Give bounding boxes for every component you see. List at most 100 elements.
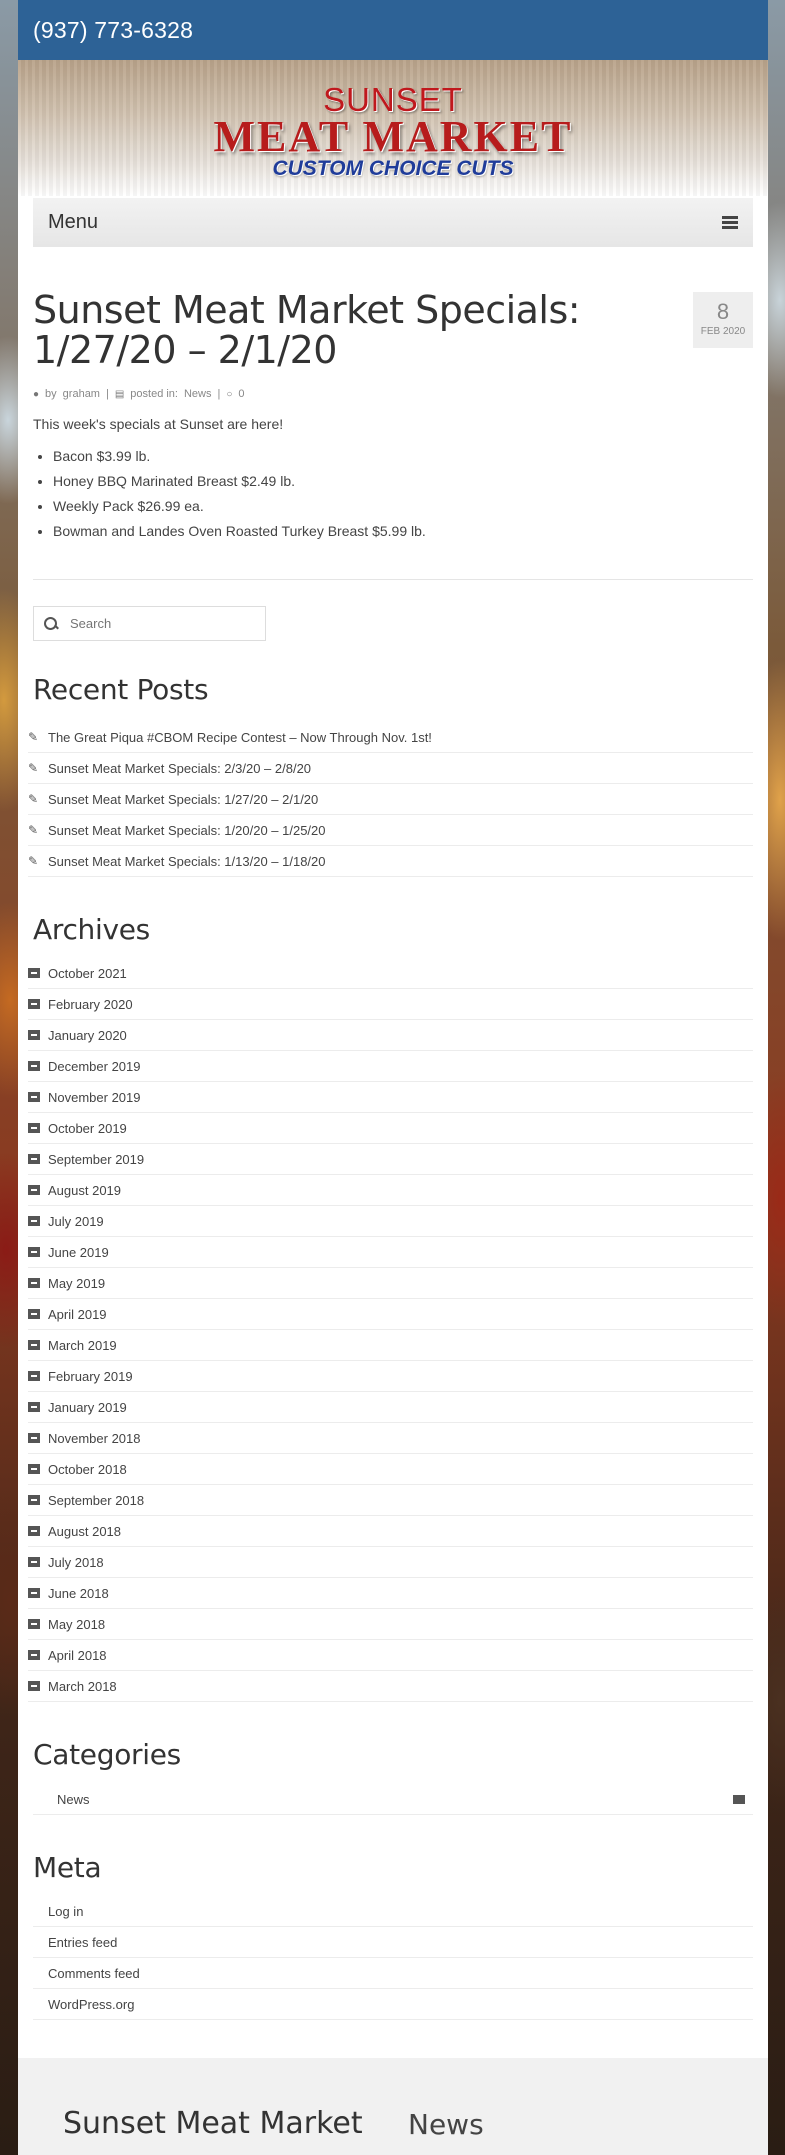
list-item[interactable]: October 2021 [28,958,753,989]
list-item[interactable]: November 2019 [28,1082,753,1113]
meta-separator: | [217,388,221,400]
list-item[interactable]: October 2018 [28,1454,753,1485]
archive-link[interactable]: July 2018 [48,1555,104,1570]
widget-title: Categories [33,1738,181,1771]
archive-link[interactable]: August 2018 [48,1524,121,1539]
list-item[interactable]: March 2018 [28,1671,753,1702]
recent-post-link[interactable]: The Great Piqua #CBOM Recipe Contest – N… [48,730,432,745]
recent-post-link[interactable]: Sunset Meat Market Specials: 1/27/20 – 2… [48,792,318,807]
list-item[interactable]: ✎ Sunset Meat Market Specials: 2/3/20 – 2… [28,753,753,784]
list-item[interactable]: September 2019 [28,1144,753,1175]
list-item[interactable]: ✎ The Great Piqua #CBOM Recipe Contest – … [28,722,753,753]
archive-link[interactable]: November 2018 [48,1431,141,1446]
archive-link[interactable]: February 2020 [48,997,133,1012]
archive-icon [28,1216,40,1226]
meta-link[interactable]: Log in [48,1904,83,1919]
recent-post-link[interactable]: Sunset Meat Market Specials: 2/3/20 – 2/… [48,761,311,776]
post-meta: ● by graham | ▤ posted in: News | ○ 0 [33,388,753,400]
site-logo[interactable]: SUNSET MEAT MARKET CUSTOM CHOICE CUTS [18,83,768,180]
hamburger-icon[interactable] [722,214,738,231]
list-item[interactable]: January 2019 [28,1392,753,1423]
archive-link[interactable]: June 2018 [48,1586,109,1601]
list-item[interactable]: News [33,1785,753,1815]
recent-post-link[interactable]: Sunset Meat Market Specials: 1/20/20 – 1… [48,823,326,838]
archive-link[interactable]: July 2019 [48,1214,104,1229]
logo-tagline: CUSTOM CHOICE CUTS [272,157,514,180]
meta-link[interactable]: Comments feed [48,1966,140,1981]
list-item[interactable]: November 2018 [28,1423,753,1454]
recent-post-link[interactable]: Sunset Meat Market Specials: 1/13/20 – 1… [48,854,326,869]
archive-link[interactable]: September 2018 [48,1493,144,1508]
list-item[interactable]: August 2018 [28,1516,753,1547]
folder-open-icon: ▤ [114,388,125,400]
archive-link[interactable]: May 2019 [48,1276,105,1291]
list-item[interactable]: December 2019 [28,1051,753,1082]
archive-link[interactable]: October 2021 [48,966,127,981]
list-item[interactable]: February 2019 [28,1361,753,1392]
archive-link[interactable]: January 2020 [48,1028,127,1043]
list-item[interactable]: January 2020 [28,1020,753,1051]
post-date-day: 8 [716,299,730,324]
search-icon[interactable] [44,616,58,631]
list-item[interactable]: Log in [33,1896,753,1927]
archives-widget: Archives October 2021 February 2020 Janu… [28,913,753,1702]
post-title[interactable]: Sunset Meat Market Specials: 1/27/20 – 2… [33,290,693,370]
archive-icon [28,1371,40,1381]
meta-separator: | [105,388,109,400]
list-item[interactable]: October 2019 [28,1113,753,1144]
list-item[interactable]: ✎ Sunset Meat Market Specials: 1/20/20 – … [28,815,753,846]
archive-link[interactable]: January 2019 [48,1400,127,1415]
meta-link[interactable]: WordPress.org [48,1997,134,2012]
menu-label[interactable]: Menu [48,211,98,234]
header-banner: SUNSET MEAT MARKET CUSTOM CHOICE CUTS [18,60,768,196]
list-item[interactable]: August 2019 [28,1175,753,1206]
archive-link[interactable]: March 2018 [48,1679,117,1694]
list-item[interactable]: May 2018 [28,1609,753,1640]
archive-icon [28,1464,40,1474]
archive-link[interactable]: May 2018 [48,1617,105,1632]
archive-icon [28,1433,40,1443]
list-item[interactable]: April 2018 [28,1640,753,1671]
list-item[interactable]: March 2019 [28,1330,753,1361]
list-item[interactable]: February 2020 [28,989,753,1020]
archive-link[interactable]: October 2019 [48,1121,127,1136]
top-bar: (937) 773-6328 [18,0,768,60]
list-item: Bacon $3.99 lb. [53,448,753,464]
list-item[interactable]: July 2018 [28,1547,753,1578]
search-input[interactable] [70,616,240,631]
list-item[interactable]: June 2018 [28,1578,753,1609]
widget-title: Meta [33,1851,102,1884]
archive-link[interactable]: April 2019 [48,1307,107,1322]
meta-link[interactable]: Entries feed [48,1935,117,1950]
comment-count[interactable]: 0 [238,388,244,400]
archive-icon [28,1588,40,1598]
archive-icon [28,968,40,978]
menu-bar[interactable]: Menu [33,198,753,247]
archive-link[interactable]: March 2019 [48,1338,117,1353]
archive-link[interactable]: June 2019 [48,1245,109,1260]
archive-link[interactable]: November 2019 [48,1090,141,1105]
category-link[interactable]: News [57,1792,90,1807]
list-item[interactable]: WordPress.org [33,1989,753,2020]
list-item[interactable]: April 2019 [28,1299,753,1330]
archive-link[interactable]: September 2019 [48,1152,144,1167]
list-item[interactable]: ✎ Sunset Meat Market Specials: 1/27/20 – … [28,784,753,815]
list-item[interactable]: September 2018 [28,1485,753,1516]
list-item[interactable]: May 2019 [28,1268,753,1299]
archive-link[interactable]: December 2019 [48,1059,141,1074]
category-link[interactable]: News [184,388,212,400]
archive-link[interactable]: February 2019 [48,1369,133,1384]
archives-list: October 2021 February 2020 January 2020 … [28,958,753,1702]
archive-link[interactable]: August 2019 [48,1183,121,1198]
phone-number[interactable]: (937) 773-6328 [33,17,193,44]
archive-link[interactable]: April 2018 [48,1648,107,1663]
list-item[interactable]: June 2019 [28,1237,753,1268]
archive-link[interactable]: October 2018 [48,1462,127,1477]
archive-icon [28,1402,40,1412]
list-item[interactable]: ✎ Sunset Meat Market Specials: 1/13/20 – … [28,846,753,877]
list-item[interactable]: Entries feed [33,1927,753,1958]
author-link[interactable]: graham [63,388,100,400]
list-item[interactable]: Comments feed [33,1958,753,1989]
list-item[interactable]: July 2019 [28,1206,753,1237]
post-article: Sunset Meat Market Specials: 1/27/20 – 2… [33,290,753,539]
